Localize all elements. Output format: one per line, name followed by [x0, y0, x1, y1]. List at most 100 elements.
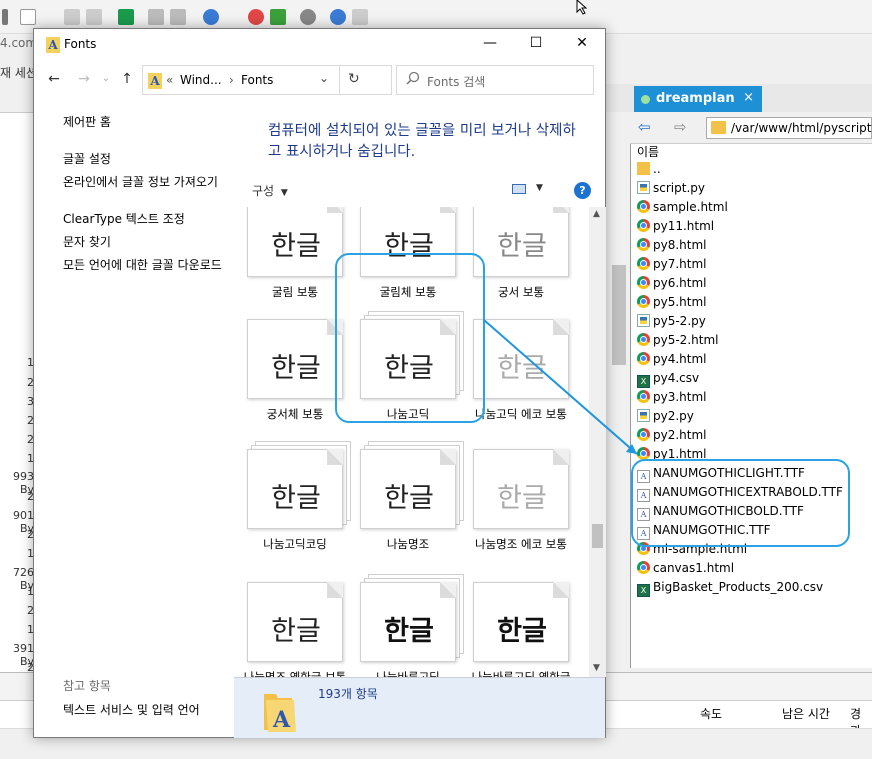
- speed-column[interactable]: 속도: [700, 705, 722, 722]
- refresh-button[interactable]: ↻: [348, 71, 360, 87]
- file-list-item[interactable]: py4.html: [637, 352, 707, 371]
- find-character-link[interactable]: 문자 찾기: [63, 235, 228, 249]
- chrome-icon: [637, 352, 650, 365]
- remaining-time-column[interactable]: 남은 시간: [782, 705, 830, 722]
- file-list-item[interactable]: py5-2.py: [637, 314, 706, 333]
- organize-menu[interactable]: 구성 ▼: [252, 182, 288, 199]
- get-font-info-online-link[interactable]: 온라인에서 글꼴 정보 가져오기: [63, 175, 226, 189]
- font-tile[interactable]: 한글 궁서체 보통: [240, 319, 350, 439]
- file-list-item[interactable]: X BigBasket_Products_200.csv: [637, 580, 823, 599]
- left-pane-scrollbar[interactable]: [611, 112, 629, 668]
- file-list-item[interactable]: py11.html: [637, 219, 714, 238]
- font-file-icon: 한글: [247, 582, 343, 662]
- file-name: py5-2.html: [653, 333, 719, 347]
- swirl-icon[interactable]: [248, 9, 264, 25]
- file-list-item[interactable]: py8.html: [637, 238, 707, 257]
- toolbar-icon[interactable]: [2, 9, 8, 25]
- view-dropdown-icon[interactable]: ▼: [536, 183, 543, 193]
- chrome-icon: [637, 238, 650, 251]
- scroll-up-icon[interactable]: ▲: [593, 209, 600, 219]
- file-list-item[interactable]: py3.html: [637, 390, 707, 409]
- text-services-link[interactable]: 텍스트 서비스 및 입력 언어: [63, 703, 228, 717]
- address-dropdown-icon[interactable]: ⌄: [319, 71, 329, 85]
- font-tile[interactable]: 한글 나눔명조: [353, 449, 463, 569]
- font-name-label: 나눔바른고딕: [376, 670, 440, 677]
- forward-button[interactable]: →: [74, 69, 94, 89]
- minimize-button[interactable]: —: [467, 29, 513, 59]
- search-input[interactable]: Fonts 검색: [396, 65, 594, 95]
- address-bar[interactable]: A « Wind... › Fonts ⌄ ↻: [142, 65, 392, 95]
- file-list-item[interactable]: py7.html: [637, 257, 707, 276]
- breadcrumb-separator-icon[interactable]: ›: [229, 73, 234, 87]
- recent-dropdown-icon[interactable]: ⌄: [96, 69, 116, 89]
- file-list-item[interactable]: canvas1.html: [637, 561, 734, 580]
- copy-icon[interactable]: [148, 9, 164, 25]
- gear-icon[interactable]: [300, 9, 316, 25]
- back-button[interactable]: ←: [44, 69, 64, 89]
- fonts-window: A Fonts — ☐ ✕ ← → ⌄ ↑ A « Wind... › Font…: [33, 28, 606, 738]
- file-list-item[interactable]: sample.html: [637, 200, 728, 219]
- file-list-item[interactable]: Xpy4.csv: [637, 371, 699, 390]
- item-count: 193개 항목: [318, 687, 378, 701]
- help-icon[interactable]: [330, 9, 346, 25]
- file-name: py4.csv: [653, 371, 700, 385]
- dropdown-arrow-icon: ▼: [280, 188, 288, 198]
- breadcrumb-fonts[interactable]: Fonts: [241, 73, 273, 87]
- back-arrow-icon[interactable]: ⇦: [638, 118, 651, 136]
- document-icon[interactable]: [64, 9, 80, 25]
- remote-path-input[interactable]: /var/www/html/pyscript: [706, 117, 872, 139]
- chat-icon[interactable]: [352, 9, 368, 25]
- window-icon[interactable]: [20, 9, 36, 25]
- font-name-label: 궁서체 보통: [266, 407, 324, 421]
- download-all-fonts-link[interactable]: 모든 언어에 대한 글꼴 다운로드: [63, 258, 226, 272]
- font-tile[interactable]: 한글 나눔명조 옛한글 보통: [240, 582, 350, 677]
- document-icon[interactable]: [86, 9, 102, 25]
- font-sample-text: 한글: [271, 616, 321, 647]
- font-grid-scroll-thumb[interactable]: [592, 524, 603, 548]
- left-pane-scroll-thumb[interactable]: [612, 265, 626, 365]
- file-name: py4.html: [653, 352, 707, 366]
- cleartype-link[interactable]: ClearType 텍스트 조정: [63, 212, 228, 226]
- file-list-item[interactable]: py2.html: [637, 428, 707, 447]
- tab-dreamplan[interactable]: dreamplan ×: [634, 86, 762, 112]
- file-list-item[interactable]: py6.html: [637, 276, 707, 295]
- font-file-icon: 한글: [473, 319, 569, 399]
- font-tile[interactable]: 한글 나눔바른고딕: [353, 582, 463, 677]
- close-button[interactable]: ✕: [559, 29, 605, 59]
- globe-icon[interactable]: [203, 9, 219, 25]
- file-list-item[interactable]: ..: [637, 162, 661, 181]
- title-bar[interactable]: A Fonts — ☐ ✕: [34, 29, 605, 59]
- control-panel-home-link[interactable]: 제어판 홈: [63, 115, 228, 129]
- font-settings-link[interactable]: 글꼴 설정: [63, 152, 228, 166]
- name-column-header[interactable]: 이름: [637, 143, 659, 160]
- font-tile[interactable]: 한글나눔바른고딕 옛한글 보통: [466, 582, 576, 677]
- font-name-label: 나눔명조 에코 보통: [475, 537, 567, 551]
- file-name: canvas1.html: [653, 561, 735, 575]
- transfer-icon[interactable]: [118, 9, 134, 25]
- breadcrumb-windows[interactable]: Wind...: [180, 73, 222, 87]
- maximize-button[interactable]: ☐: [513, 29, 559, 59]
- file-list-item[interactable]: py2.py: [637, 409, 694, 428]
- page-fold: [553, 449, 569, 465]
- tab-close-icon[interactable]: ×: [743, 90, 754, 105]
- font-grid-scrollbar[interactable]: ▲ ▼: [589, 207, 606, 677]
- view-icon[interactable]: [512, 184, 526, 194]
- nanum-gothic-highlight-circle: [335, 253, 485, 423]
- font-name-label: 나눔명조: [386, 537, 430, 551]
- font-tile[interactable]: 한글 굴림 보통: [240, 207, 350, 317]
- file-list-item[interactable]: py5-2.html: [637, 333, 718, 352]
- file-list-item[interactable]: py5.html: [637, 295, 707, 314]
- green-app-icon[interactable]: [270, 9, 286, 25]
- scroll-down-icon[interactable]: ▼: [593, 663, 600, 673]
- breadcrumb-overflow[interactable]: «: [166, 73, 173, 87]
- file-name: py2.py: [653, 409, 694, 423]
- file-list-item[interactable]: script.py: [637, 181, 705, 200]
- excel-icon: X: [637, 584, 650, 597]
- help-button[interactable]: ?: [574, 182, 591, 199]
- svg-text:A: A: [272, 707, 291, 733]
- font-tile[interactable]: 한글 나눔고딕코딩: [240, 449, 350, 569]
- paste-icon[interactable]: [170, 9, 186, 25]
- font-tile[interactable]: 한글 나눔명조 에코 보통: [466, 449, 576, 569]
- up-button[interactable]: ↑: [117, 69, 137, 89]
- forward-arrow-icon[interactable]: ⇨: [674, 118, 687, 136]
